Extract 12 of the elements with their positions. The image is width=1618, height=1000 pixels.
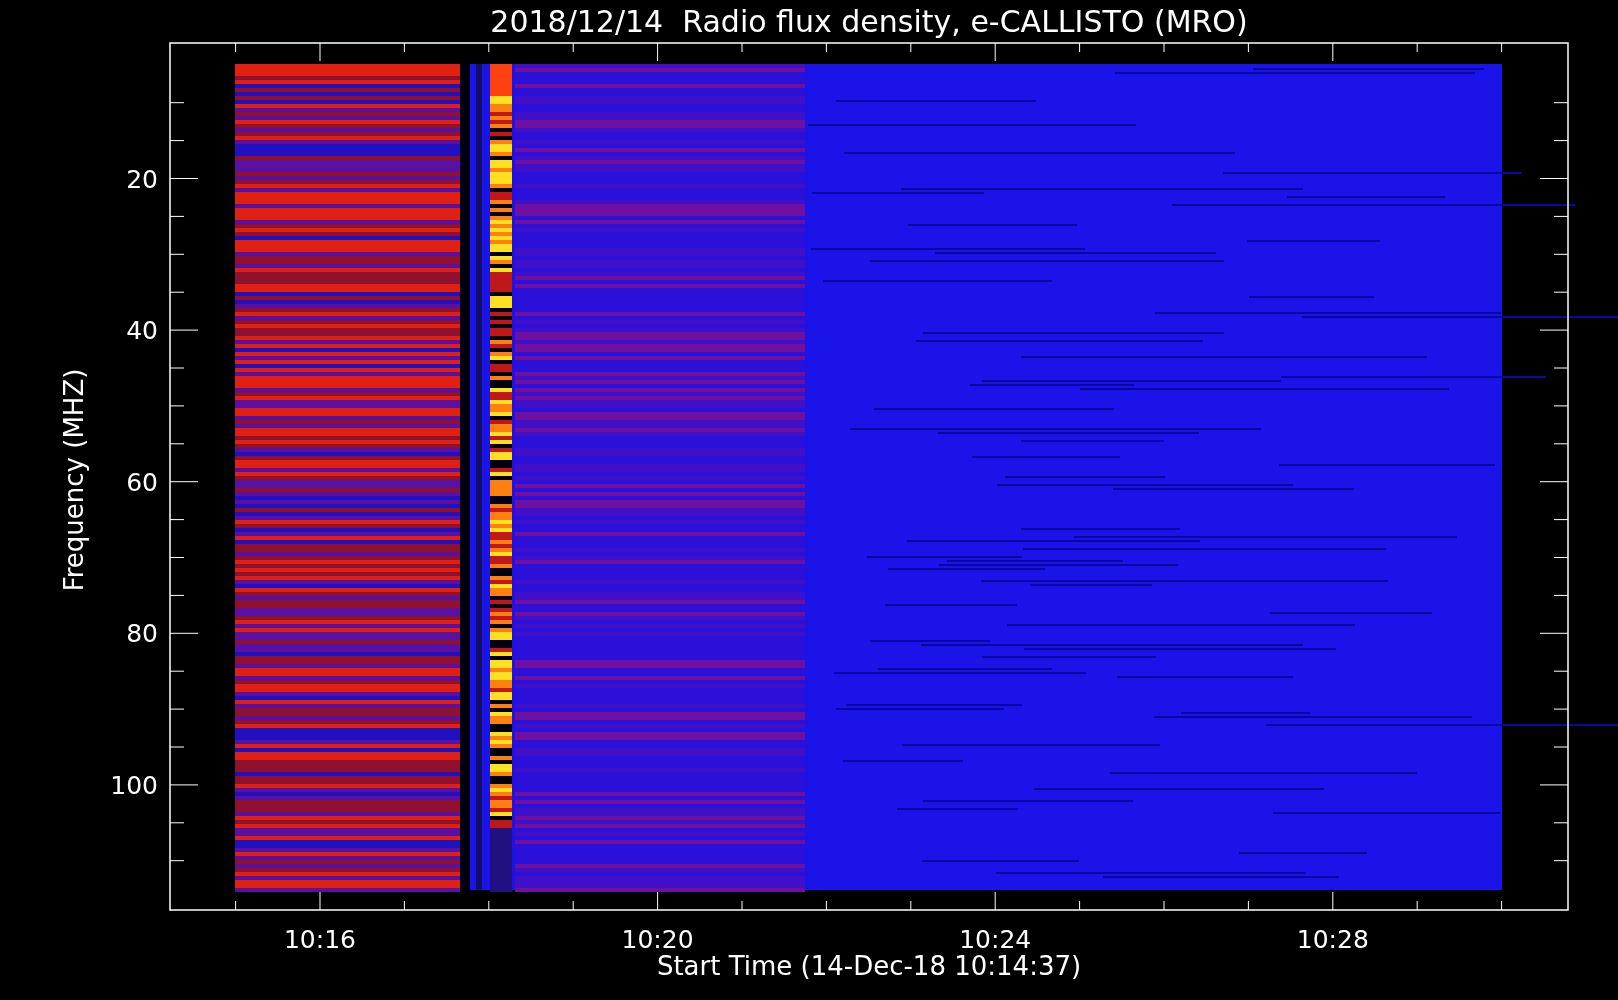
tick-label: 10:20 [621, 925, 694, 954]
tick-label: 100 [110, 770, 158, 800]
tick-label: 20 [126, 164, 158, 194]
plot-title: 2018/12/14 Radio flux density, e-CALLISTO (MRO) [490, 4, 1248, 39]
tick-label: 10:24 [959, 925, 1032, 954]
tick-label: 10:16 [284, 925, 356, 954]
tick-label: 80 [126, 619, 158, 649]
axis-label: Start Time (14-Dec-18 10:14:37) [656, 951, 1082, 981]
tick-label: 40 [126, 316, 158, 346]
tick-label: 10:28 [1296, 925, 1369, 954]
axis-label: Frequency (MHZ) [59, 368, 89, 592]
tick-label: 60 [126, 467, 158, 497]
